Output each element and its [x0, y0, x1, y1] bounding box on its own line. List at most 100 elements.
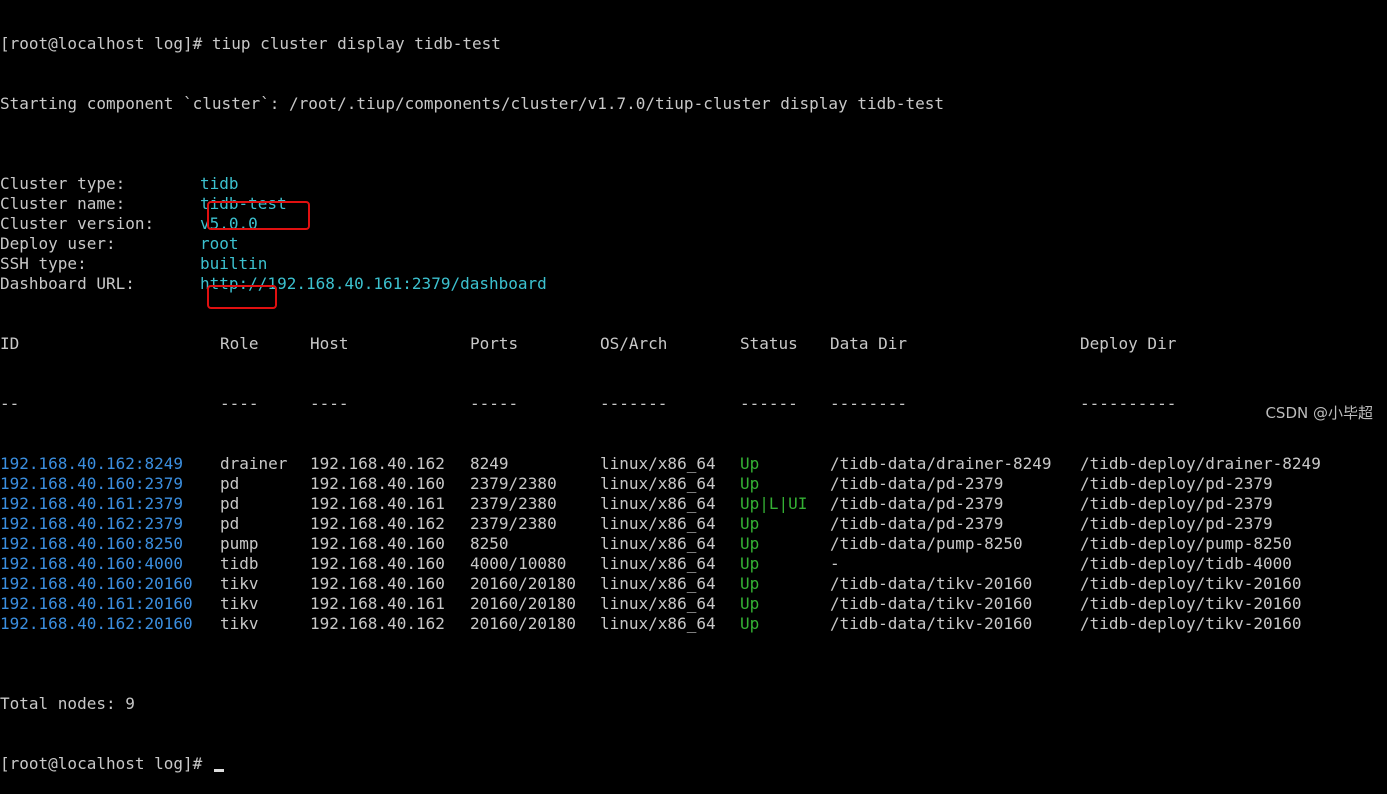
node-os-arch: linux/x86_64 [600, 494, 716, 513]
node-role: tikv [220, 594, 259, 613]
node-role: tidb [220, 554, 259, 573]
node-role: tikv [220, 574, 259, 593]
table-row: 192.168.40.162:20160 tikv 192.168.40.162 20… [0, 614, 1302, 634]
column-separator-cell: -------- [830, 394, 908, 413]
node-id: 192.168.40.161:20160 [0, 594, 193, 613]
node-deploy-dir: /tidb-deploy/tikv-20160 [1080, 614, 1302, 633]
node-deploy-dir: /tidb-deploy/tidb-4000 [1080, 554, 1292, 573]
cluster-info: Cluster type: tidb Cluster name: tidb-test C… [0, 174, 944, 294]
column-header-cell: Deploy Dir [1080, 334, 1177, 353]
node-data-dir: /tidb-data/pd-2379 [830, 494, 1004, 513]
column-header-cell: OS/Arch [600, 334, 668, 353]
info-label: Dashboard URL: [0, 274, 135, 293]
terminal-output: [root@localhost log]# tiup cluster displ… [0, 0, 1321, 794]
node-host: 192.168.40.162 [310, 454, 445, 473]
table-row: 192.168.40.162:2379 pd 192.168.40.162 2379/… [0, 514, 1273, 534]
table-header: ID Role Host Ports OS/Arch Status Data Dir Depl… [0, 334, 1176, 354]
node-table: 192.168.40.162:8249 drainer 192.168.40.162… [0, 454, 1321, 634]
node-status: Up [740, 514, 760, 533]
table-row: 192.168.40.160:2379 pd 192.168.40.160 2379/… [0, 474, 1273, 494]
command-text: tiup cluster display tidb-test [211, 34, 501, 53]
node-data-dir: - [830, 554, 840, 573]
column-separator-cell: ------- [600, 394, 668, 413]
node-os-arch: linux/x86_64 [600, 474, 716, 493]
node-ports: 20160/20180 [470, 614, 576, 633]
node-os-arch: linux/x86_64 [600, 454, 716, 473]
node-status: Up [740, 614, 760, 633]
node-status: Up [740, 594, 760, 613]
column-header: ID Role Host Ports OS/Arch Status Data Dir Depl… [0, 334, 1176, 354]
node-data-dir: /tidb-data/tikv-20160 [830, 594, 1033, 613]
info-value: tidb [200, 174, 239, 193]
node-host: 192.168.40.160 [310, 574, 445, 593]
node-data-dir: /tidb-data/pd-2379 [830, 474, 1004, 493]
node-ports: 2379/2380 [470, 514, 557, 533]
table-row: 192.168.40.162:8249 drainer 192.168.40.162… [0, 454, 1321, 474]
node-status: Up [740, 554, 760, 573]
table-row: 192.168.40.161:2379 pd 192.168.40.161 2379/… [0, 494, 1273, 514]
column-header-cell: ID [0, 334, 20, 353]
info-label: Deploy user: [0, 234, 116, 253]
node-host: 192.168.40.160 [310, 554, 445, 573]
total-nodes: Total nodes: 9 [0, 694, 135, 713]
node-role: pd [220, 514, 240, 533]
final-prompt-line: [root@localhost log]# [0, 754, 944, 774]
csdn-watermark: CSDN @小毕超 [1265, 404, 1373, 422]
node-ports: 4000/10080 [470, 554, 567, 573]
node-id: 192.168.40.160:20160 [0, 574, 193, 593]
column-header-cell: Role [220, 334, 259, 353]
node-os-arch: linux/x86_64 [600, 514, 716, 533]
node-id: 192.168.40.162:20160 [0, 614, 193, 633]
node-id: 192.168.40.160:4000 [0, 554, 184, 573]
info-label: Cluster name: [0, 194, 126, 213]
node-deploy-dir: /tidb-deploy/pd-2379 [1080, 474, 1273, 493]
node-status: Up|L|UI [740, 494, 808, 513]
node-ports: 2379/2380 [470, 494, 557, 513]
info-value: root [200, 234, 239, 253]
node-role: pump [220, 534, 259, 553]
column-header-cell: Data Dir [830, 334, 908, 353]
info-value: builtin [200, 254, 268, 273]
table-row: 192.168.40.160:8250 pump 192.168.40.160 825… [0, 534, 1292, 554]
node-os-arch: linux/x86_64 [600, 534, 716, 553]
info-line: SSH type: builtin [0, 254, 944, 274]
info-line: Dashboard URL: http://192.168.40.161:2379… [0, 274, 944, 294]
node-id: 192.168.40.162:2379 [0, 514, 184, 533]
shell-prompt: [root@localhost log]# [0, 754, 212, 773]
node-data-dir: /tidb-data/pd-2379 [830, 514, 1004, 533]
info-line: Cluster type: tidb [0, 174, 944, 194]
node-data-dir: /tidb-data/tikv-20160 [830, 574, 1033, 593]
column-separator-cell: ---- [220, 394, 259, 413]
node-status: Up [740, 454, 760, 473]
column-separator-cell: ---- [310, 394, 349, 413]
node-host: 192.168.40.161 [310, 494, 445, 513]
shell-prompt: [root@localhost log]# [0, 34, 212, 53]
node-id: 192.168.40.161:2379 [0, 494, 184, 513]
node-host: 192.168.40.162 [310, 614, 445, 633]
node-ports: 20160/20180 [470, 574, 576, 593]
node-role: pd [220, 474, 240, 493]
node-status: Up [740, 574, 760, 593]
node-host: 192.168.40.160 [310, 534, 445, 553]
column-header-cell: Host [310, 334, 349, 353]
info-label: Cluster version: [0, 214, 155, 233]
node-deploy-dir: /tidb-deploy/pd-2379 [1080, 494, 1273, 513]
node-ports: 8250 [470, 534, 509, 553]
info-line: Cluster name: tidb-test [0, 194, 944, 214]
node-status: Up [740, 474, 760, 493]
node-os-arch: linux/x86_64 [600, 554, 716, 573]
column-separator-cell: -- [0, 394, 20, 413]
highlight-box-drainer [207, 201, 310, 230]
node-ports: 20160/20180 [470, 594, 576, 613]
table-row: 192.168.40.160:20160 tikv 192.168.40.160 20… [0, 574, 1302, 594]
info-label: Cluster type: [0, 174, 126, 193]
info-line: Cluster version: v5.0.0 [0, 214, 944, 234]
table-row: 192.168.40.161:20160 tikv 192.168.40.161 20… [0, 594, 1302, 614]
info-label: SSH type: [0, 254, 87, 273]
text-cursor[interactable] [213, 769, 224, 772]
node-role: pd [220, 494, 240, 513]
node-role: tikv [220, 614, 259, 633]
node-deploy-dir: /tidb-deploy/tikv-20160 [1080, 574, 1302, 593]
column-separator-cell: ------ [740, 394, 798, 413]
node-data-dir: /tidb-data/drainer-8249 [830, 454, 1052, 473]
